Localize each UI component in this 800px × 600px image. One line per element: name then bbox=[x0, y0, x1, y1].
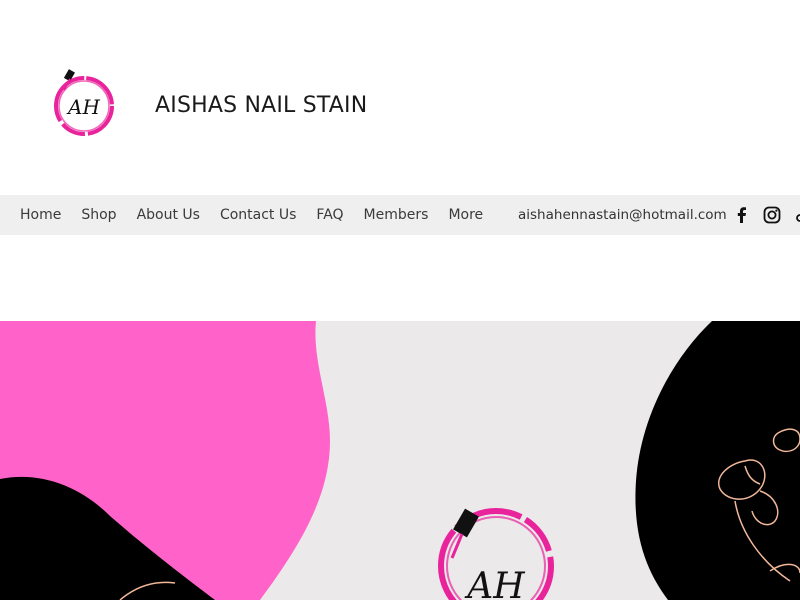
hero-logo-initials: AH bbox=[464, 566, 525, 600]
site-title[interactable]: AISHAS NAIL STAIN bbox=[155, 93, 367, 118]
logo-initials: AH bbox=[66, 95, 100, 119]
facebook-icon[interactable] bbox=[732, 205, 752, 225]
nav-menu: Home Shop About Us Contact Us FAQ Member… bbox=[10, 195, 493, 235]
hero-artwork: AH bbox=[0, 321, 800, 600]
nav-item-more[interactable]: More bbox=[438, 207, 493, 223]
tiktok-icon[interactable] bbox=[792, 205, 800, 225]
nav-item-contact-us[interactable]: Contact Us bbox=[210, 207, 306, 223]
black-blob-right-shape bbox=[635, 321, 800, 600]
email-link[interactable]: aishahennastain@hotmail.com bbox=[518, 195, 727, 235]
instagram-icon[interactable] bbox=[762, 205, 782, 225]
nav-item-home[interactable]: Home bbox=[10, 207, 71, 223]
nav-item-about-us[interactable]: About Us bbox=[127, 207, 210, 223]
logo-icon[interactable]: AH bbox=[46, 66, 122, 142]
hero-banner: AH bbox=[0, 321, 800, 600]
social-bar bbox=[732, 205, 800, 225]
navigation-bar: Home Shop About Us Contact Us FAQ Member… bbox=[0, 195, 800, 235]
nav-item-faq[interactable]: FAQ bbox=[306, 207, 353, 223]
nav-item-shop[interactable]: Shop bbox=[71, 207, 126, 223]
hero-logo: AH bbox=[438, 508, 554, 600]
nav-item-members[interactable]: Members bbox=[354, 207, 439, 223]
site-header: AH AISHAS NAIL STAIN bbox=[0, 0, 800, 195]
